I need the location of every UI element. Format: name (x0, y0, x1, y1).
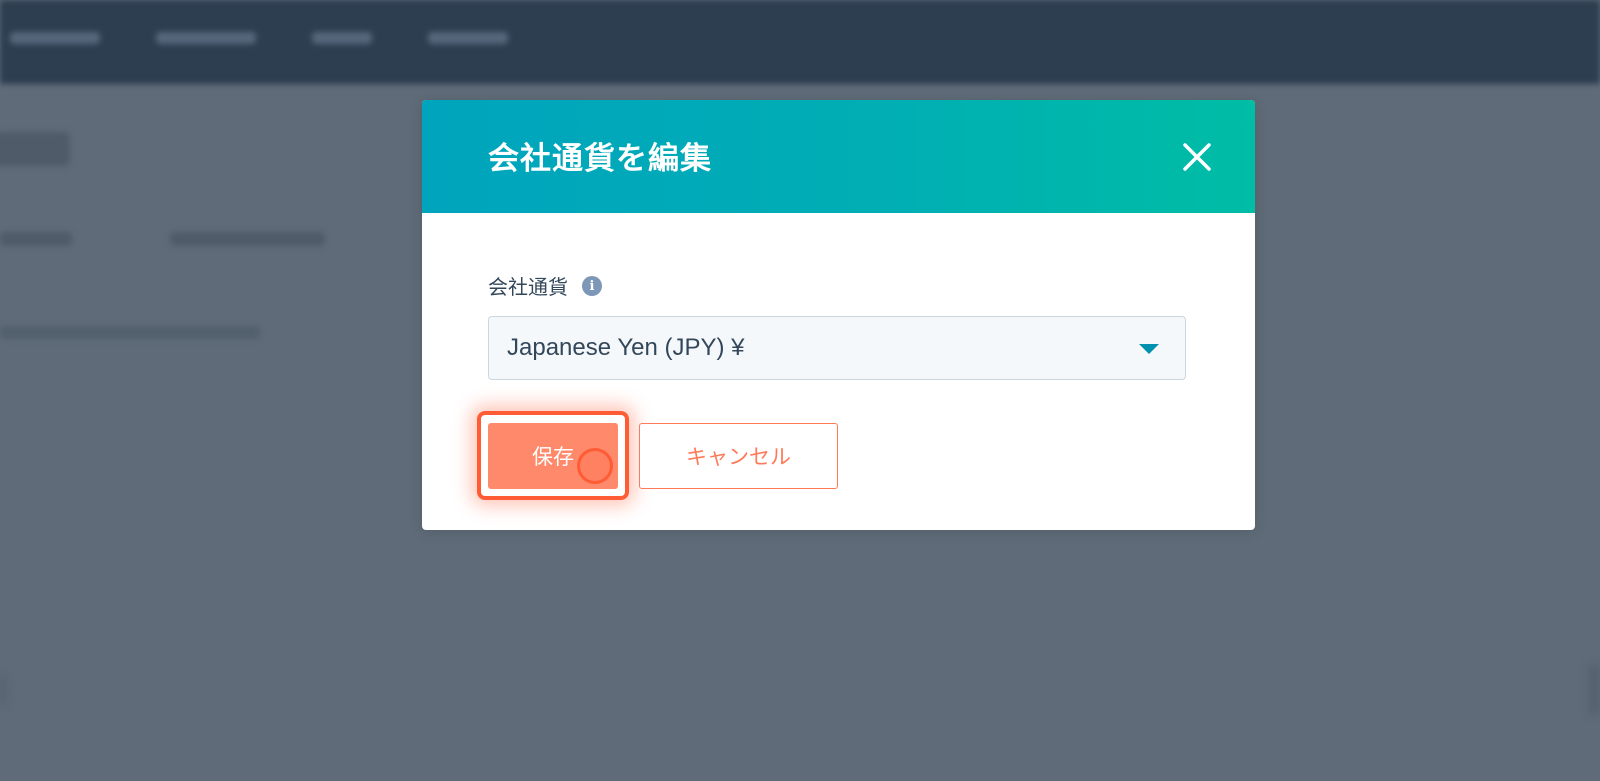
currency-select-value: Japanese Yen (JPY) ¥ (507, 334, 745, 361)
background-top-nav (0, 0, 1600, 84)
edit-currency-modal: 会社通貨を編集 会社通貨 i Japanese Yen (JPY) ¥ 保存 キ… (422, 100, 1255, 530)
background-tab (170, 232, 325, 246)
page: 会社通貨を編集 会社通貨 i Japanese Yen (JPY) ¥ 保存 キ… (0, 0, 1600, 781)
modal-title: 会社通貨を編集 (488, 141, 712, 177)
cursor-indicator (577, 448, 613, 484)
currency-select[interactable]: Japanese Yen (JPY) ¥ (488, 316, 1186, 380)
close-icon (1183, 143, 1211, 171)
caret-down-icon (1139, 344, 1159, 354)
background-tab (0, 232, 72, 246)
close-button[interactable] (1177, 137, 1217, 177)
currency-field-label-row: 会社通貨 i (488, 271, 602, 300)
background-page-title (0, 132, 70, 166)
background-edge (1588, 665, 1600, 715)
background-edge (0, 675, 6, 705)
currency-field-label: 会社通貨 (488, 275, 568, 299)
modal-header: 会社通貨を編集 (422, 100, 1255, 213)
info-icon[interactable]: i (582, 276, 602, 296)
background-text-line (0, 326, 260, 339)
background-nav-items (10, 32, 508, 44)
cancel-button[interactable]: キャンセル (639, 423, 838, 489)
